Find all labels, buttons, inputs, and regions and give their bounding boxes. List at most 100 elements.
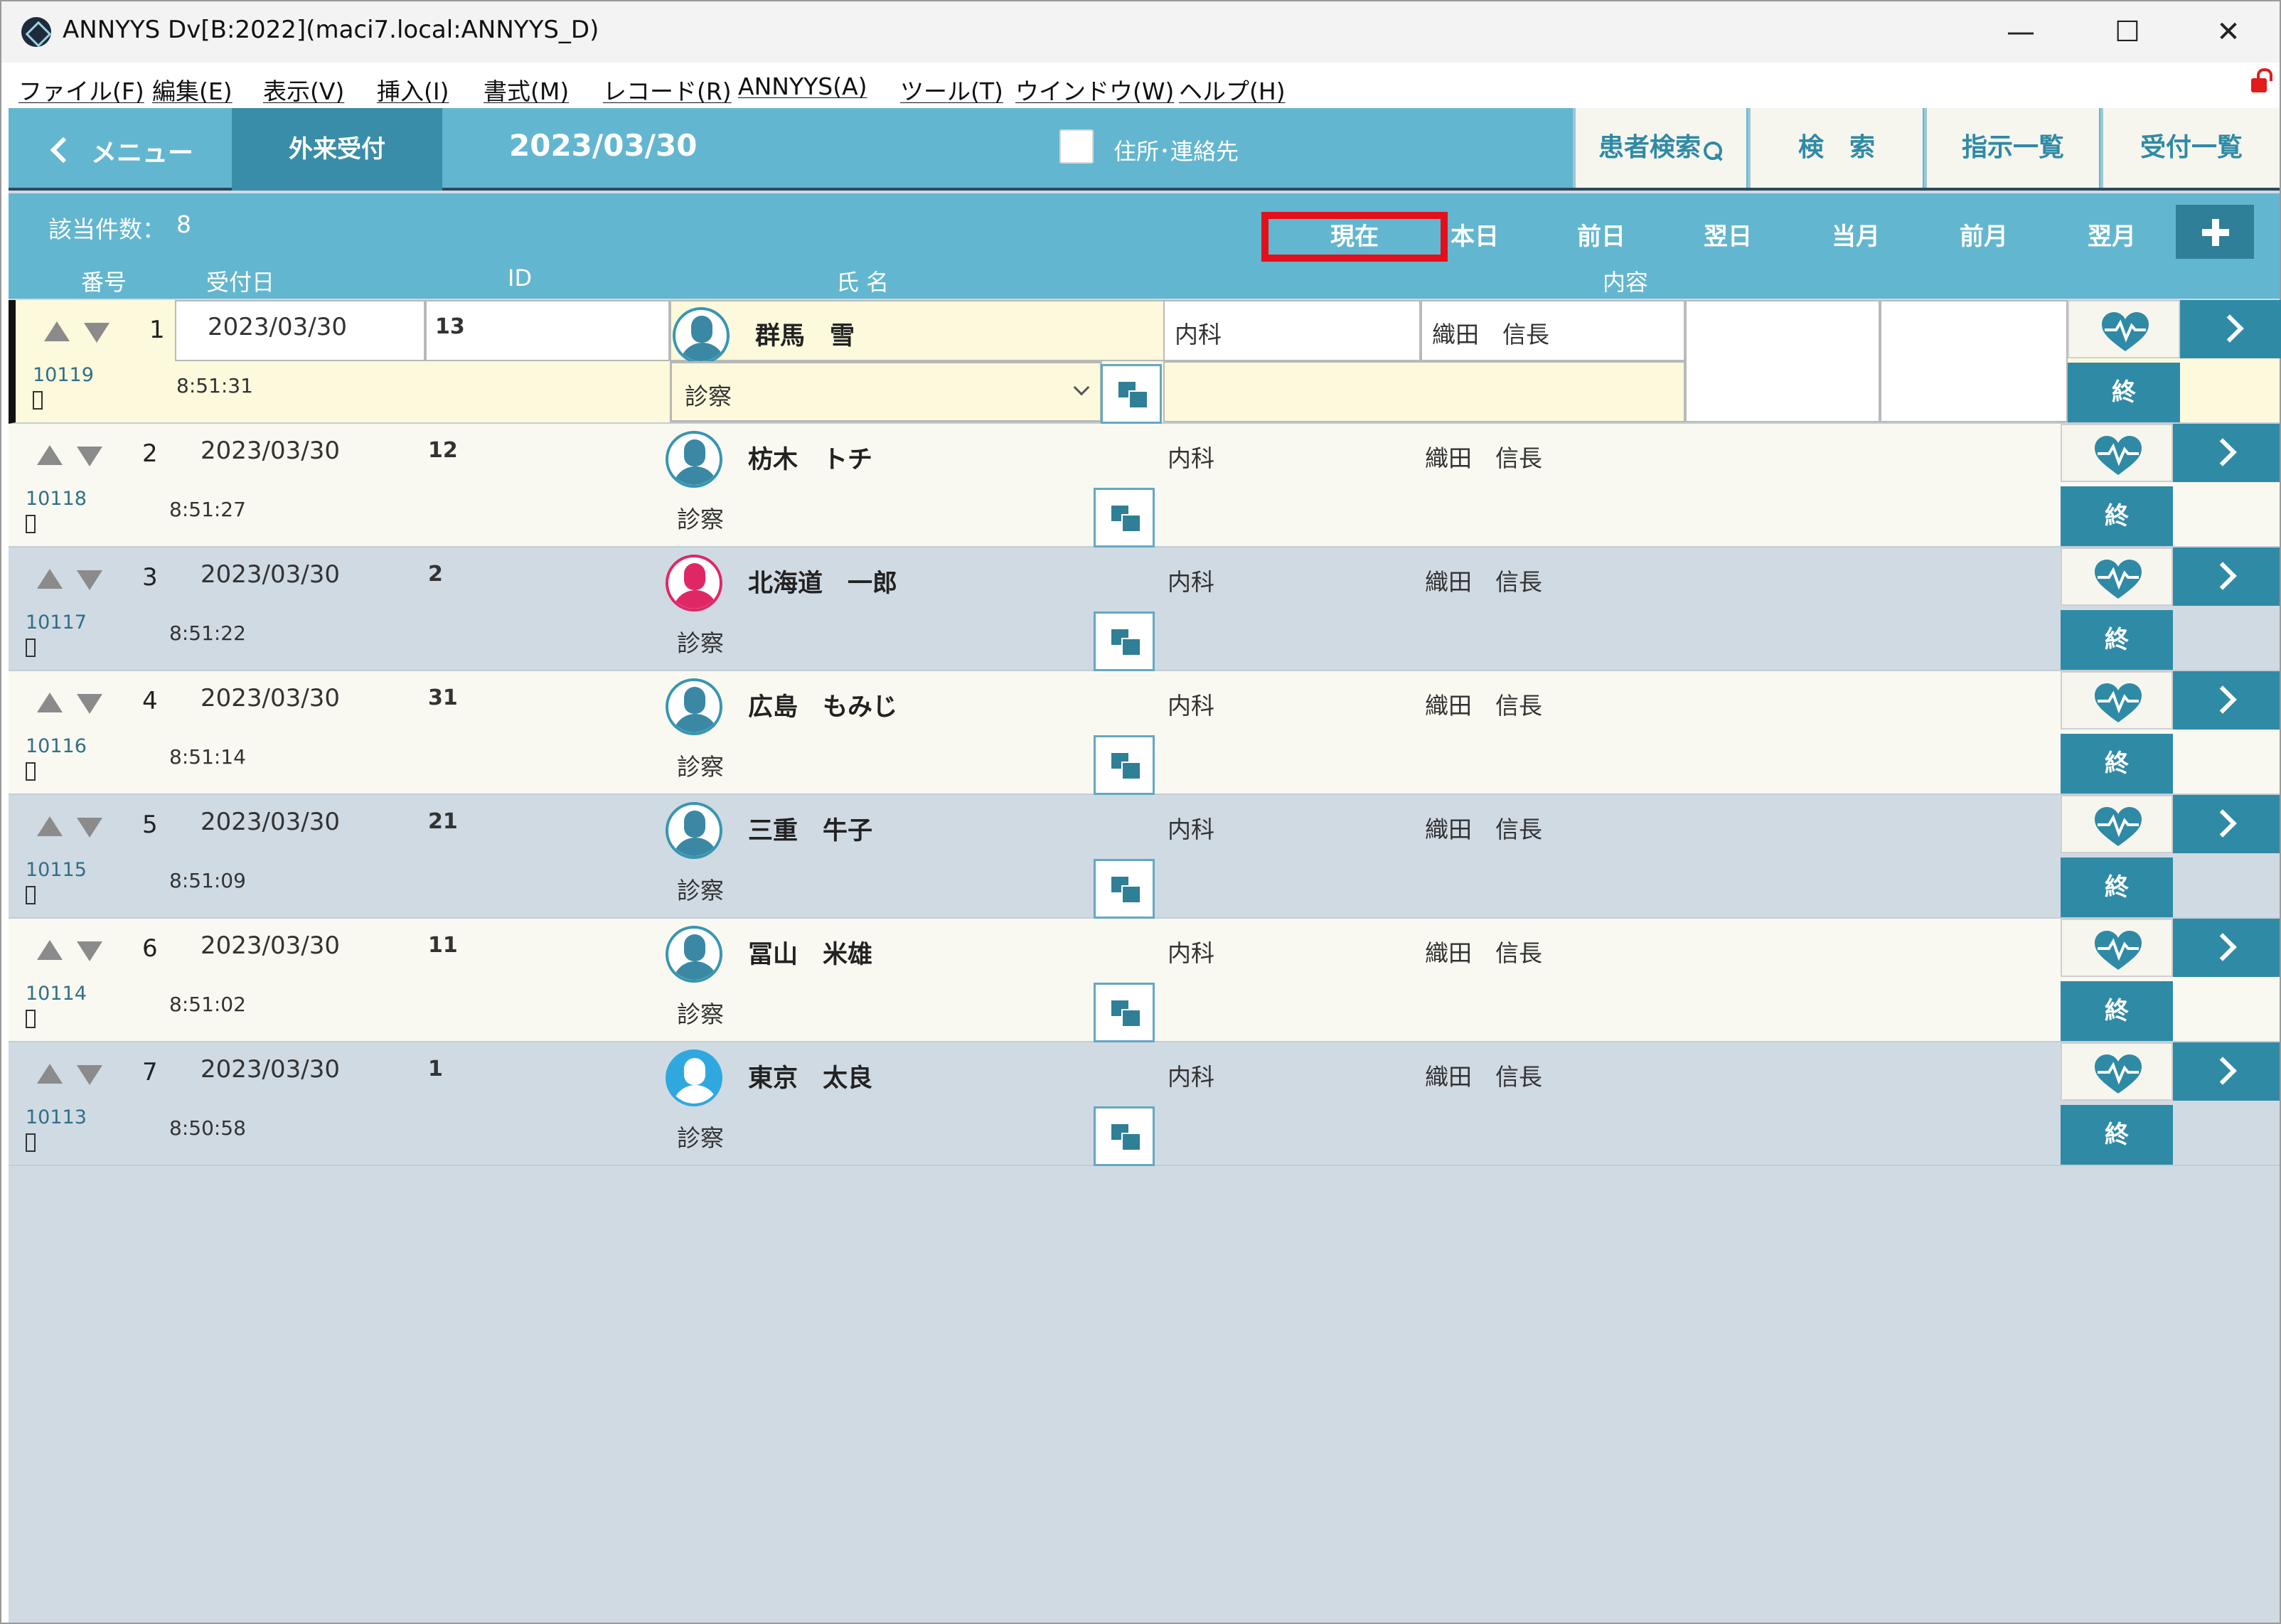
- range-today-button[interactable]: 本日: [1412, 212, 1537, 262]
- patient-name[interactable]: 東京 太良: [748, 1058, 872, 1094]
- tab-outpatient-reception[interactable]: 外来受付: [232, 108, 442, 191]
- patient-avatar-icon[interactable]: [666, 555, 722, 611]
- detail-button[interactable]: [2180, 300, 2281, 358]
- menu-window[interactable]: ウインドウ(W): [1015, 73, 1174, 107]
- menu-annyys[interactable]: ANNYYS(A): [738, 73, 867, 100]
- finish-button[interactable]: 終: [2061, 981, 2173, 1041]
- vital-button[interactable]: [2061, 424, 2173, 482]
- range-this-month-button[interactable]: 当月: [1793, 212, 1918, 262]
- patient-name[interactable]: 広島 もみじ: [748, 687, 897, 723]
- patient-name[interactable]: 群馬 雪: [755, 316, 855, 352]
- extra-field-2[interactable]: [1880, 300, 2068, 422]
- move-up-icon[interactable]: [37, 569, 63, 589]
- detail-button[interactable]: [2173, 671, 2280, 730]
- move-up-icon[interactable]: [37, 816, 63, 836]
- finish-button[interactable]: 終: [2061, 734, 2173, 794]
- finish-button[interactable]: 終: [2061, 610, 2173, 670]
- menu-edit[interactable]: 編集(E): [152, 73, 233, 107]
- move-up-icon[interactable]: [44, 321, 70, 341]
- finish-button[interactable]: 終: [2061, 486, 2173, 546]
- copy-button[interactable]: [1094, 983, 1155, 1042]
- range-next-month-button[interactable]: 翌月: [2049, 212, 2174, 262]
- menu-format[interactable]: 書式(M): [484, 73, 569, 107]
- maximize-button[interactable]: ☐: [2099, 11, 2156, 54]
- menu-back-button[interactable]: メニュー: [9, 108, 232, 191]
- patient-avatar-icon[interactable]: [673, 307, 730, 364]
- move-up-icon[interactable]: [37, 1064, 63, 1084]
- search-button[interactable]: 検 索: [1748, 108, 1923, 188]
- detail-button[interactable]: [2173, 919, 2280, 977]
- table-row[interactable]: 1 10119 2023/03/30 8:51:31 13 群馬 雪診察 内科 織田 信長終: [9, 300, 2281, 424]
- vital-button[interactable]: [2061, 919, 2173, 977]
- extra-field-1[interactable]: [1685, 300, 1880, 422]
- finish-button[interactable]: 終: [2061, 858, 2173, 917]
- move-up-icon[interactable]: [37, 445, 63, 465]
- patient-search-button[interactable]: 患者検索: [1573, 108, 1746, 188]
- range-prev-month-button[interactable]: 前月: [1921, 212, 2046, 262]
- move-down-icon[interactable]: [77, 694, 102, 714]
- copy-button[interactable]: [1094, 1106, 1155, 1166]
- copy-button[interactable]: [1094, 859, 1155, 919]
- copy-button[interactable]: [1101, 364, 1162, 424]
- vital-button[interactable]: [2061, 1042, 2173, 1101]
- vital-button[interactable]: [2061, 795, 2173, 853]
- range-prev-day-button[interactable]: 前日: [1539, 212, 1664, 262]
- address-contact-checkbox[interactable]: [1059, 129, 1094, 164]
- unlocked-padlock-icon[interactable]: [2251, 68, 2272, 92]
- patient-name[interactable]: 冨山 米雄: [748, 934, 872, 971]
- detail-button[interactable]: [2173, 1042, 2280, 1101]
- table-row[interactable]: 7 10113 2023/03/30 8:50:58 1 東京 太良 診察 内科 織田 信長終: [9, 1042, 2280, 1166]
- name-field[interactable]: [670, 300, 1168, 361]
- copy-button[interactable]: [1094, 735, 1155, 795]
- range-next-day-button[interactable]: 翌日: [1665, 212, 1790, 262]
- move-down-icon[interactable]: [77, 570, 102, 590]
- menu-view[interactable]: 表示(V): [263, 73, 344, 107]
- menu-record[interactable]: レコード(R): [603, 73, 732, 107]
- patient-name[interactable]: 北海道 一郎: [748, 563, 897, 599]
- patient-avatar-icon[interactable]: [666, 431, 722, 488]
- move-up-icon[interactable]: [37, 940, 63, 960]
- move-up-icon[interactable]: [37, 693, 63, 712]
- patient-avatar-icon[interactable]: [666, 1049, 722, 1106]
- detail-button[interactable]: [2173, 795, 2280, 853]
- menu-insert[interactable]: 挿入(I): [377, 73, 449, 107]
- move-down-icon[interactable]: [77, 447, 102, 466]
- close-button[interactable]: ✕: [2200, 11, 2257, 54]
- patient-avatar-icon[interactable]: [666, 678, 722, 735]
- table-row[interactable]: 3 10117 2023/03/30 8:51:22 2 北海道 一郎 診察 内科 織田 信長終: [9, 547, 2280, 671]
- visit-type-select[interactable]: 診察: [670, 361, 1102, 422]
- menu-help[interactable]: ヘルプ(H): [1179, 73, 1286, 107]
- status-box-icon: [26, 1133, 36, 1152]
- finish-button[interactable]: 終: [2068, 363, 2180, 422]
- patient-avatar-icon[interactable]: [666, 802, 722, 859]
- vital-button[interactable]: [2068, 300, 2180, 358]
- menu-tools[interactable]: ツール(T): [900, 73, 1003, 107]
- order-list-button[interactable]: 指示一覧: [1924, 108, 2099, 188]
- table-row[interactable]: 6 10114 2023/03/30 8:51:02 11 冨山 米雄 診察 内科 織田 信長終: [9, 919, 2280, 1042]
- table-row[interactable]: 5 10115 2023/03/30 8:51:09 21 三重 牛子 診察 内科 織田 信長終: [9, 795, 2280, 919]
- move-down-icon[interactable]: [77, 941, 102, 961]
- finish-button[interactable]: 終: [2061, 1105, 2173, 1165]
- reception-list-button[interactable]: 受付一覧: [2100, 108, 2280, 188]
- status-box-icon: [26, 515, 36, 533]
- move-down-icon[interactable]: [77, 1065, 102, 1085]
- detail-button[interactable]: [2173, 547, 2280, 606]
- magnifier-icon: [1702, 140, 1724, 161]
- header-date[interactable]: 2023/03/30: [509, 128, 697, 163]
- menu-file[interactable]: ファイル(F): [18, 73, 144, 107]
- move-down-icon[interactable]: [77, 818, 102, 838]
- vital-button[interactable]: [2061, 547, 2173, 606]
- patient-avatar-icon[interactable]: [666, 926, 722, 983]
- add-reception-button[interactable]: [2176, 205, 2254, 259]
- memo-field[interactable]: [1163, 361, 1685, 422]
- move-down-icon[interactable]: [84, 323, 109, 343]
- detail-button[interactable]: [2173, 424, 2280, 482]
- table-row[interactable]: 4 10116 2023/03/30 8:51:14 31 広島 もみじ 診察 内科 織田 信長…: [9, 671, 2280, 795]
- vital-button[interactable]: [2061, 671, 2173, 730]
- table-row[interactable]: 2 10118 2023/03/30 8:51:27 12 枋木 トチ 診察 内科 織田 信長終: [9, 424, 2280, 547]
- minimize-button[interactable]: —: [1992, 11, 2049, 54]
- copy-button[interactable]: [1094, 611, 1155, 671]
- patient-name[interactable]: 三重 牛子: [748, 811, 872, 847]
- copy-button[interactable]: [1094, 488, 1155, 547]
- patient-name[interactable]: 枋木 トチ: [748, 439, 872, 476]
